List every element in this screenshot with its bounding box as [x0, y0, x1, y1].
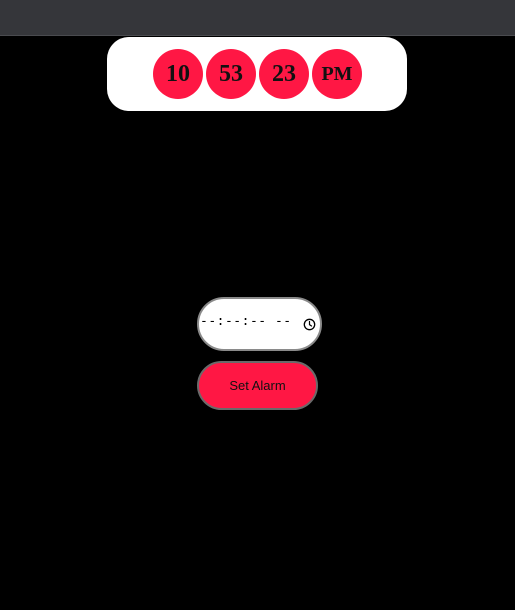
alarm-time-placeholder: --:--:-- -- — [200, 314, 292, 329]
clock-period: PM — [312, 49, 362, 99]
clock-seconds: 23 — [259, 49, 309, 99]
alarm-time-input[interactable]: --:--:-- -- — [197, 297, 322, 351]
browser-toolbar — [0, 0, 515, 36]
clock-minutes: 53 — [206, 49, 256, 99]
clock-icon[interactable] — [303, 318, 316, 331]
set-alarm-button[interactable]: Set Alarm — [197, 361, 318, 410]
page: 10 53 23 PM --:--:-- -- Set Alarm — [0, 36, 515, 610]
clock-hours: 10 — [153, 49, 203, 99]
digital-clock: 10 53 23 PM — [107, 37, 407, 111]
